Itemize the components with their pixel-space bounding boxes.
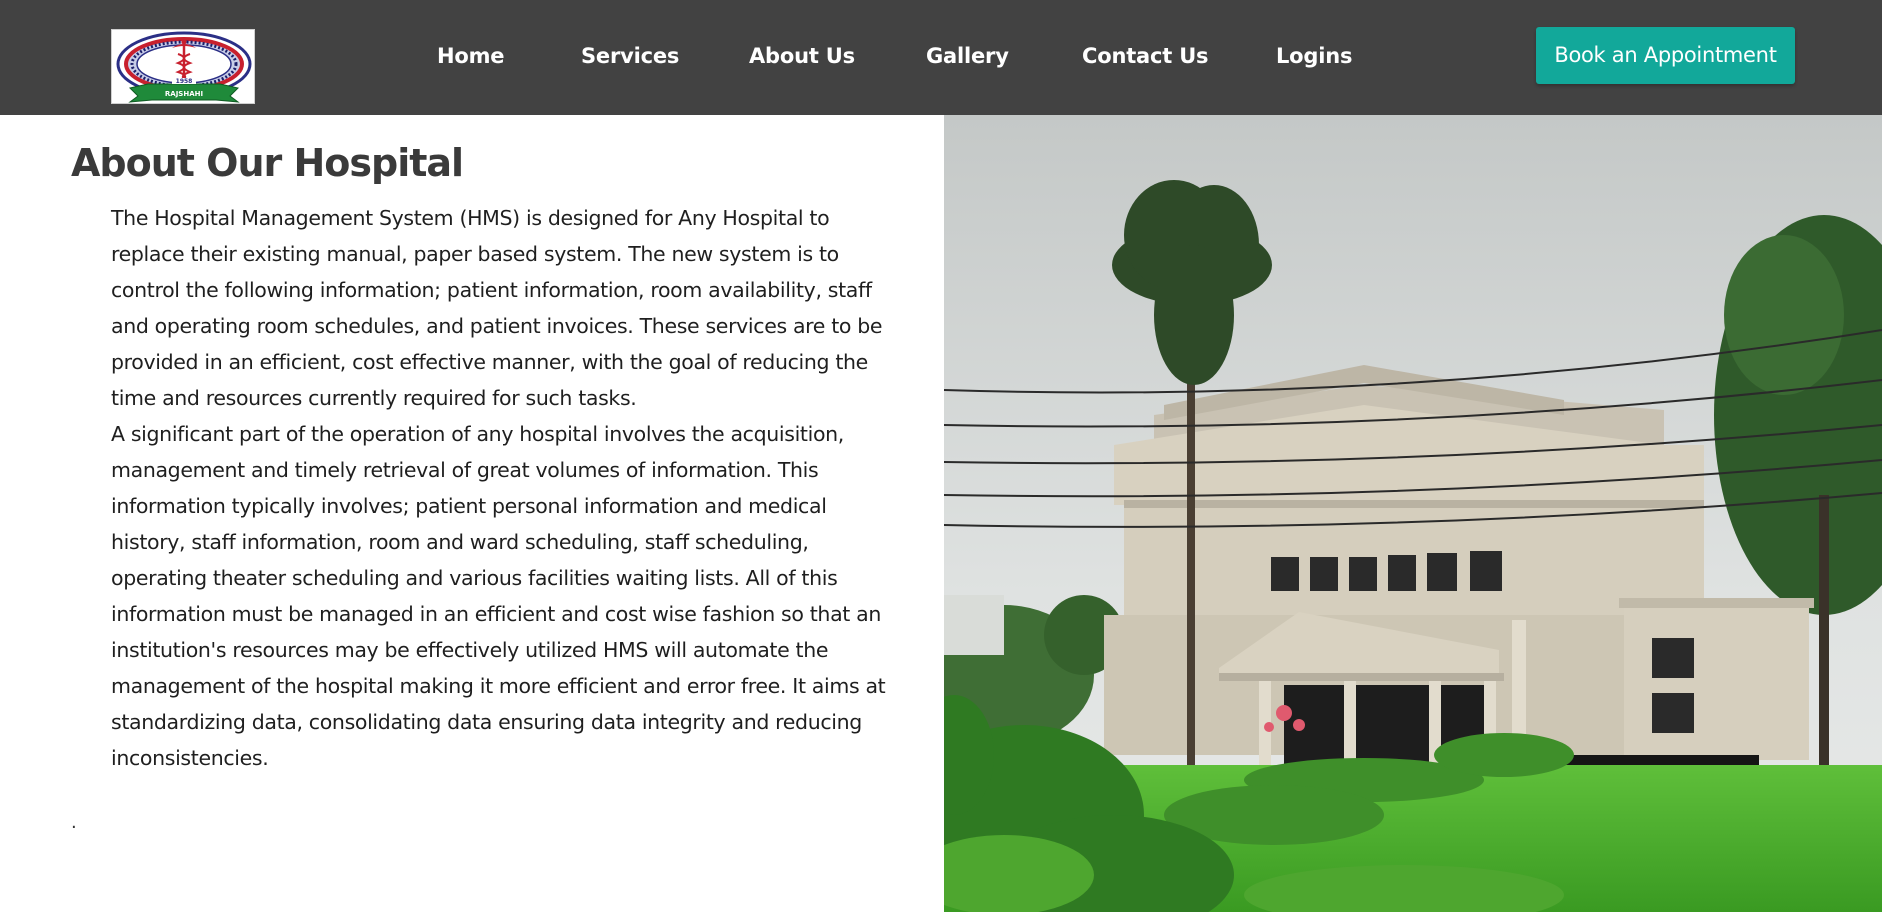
svg-text:1958: 1958 xyxy=(176,78,193,85)
svg-text:RAJSHAHI: RAJSHAHI xyxy=(165,90,203,98)
about-paragraph-1: The Hospital Management System (HMS) is … xyxy=(111,206,883,410)
about-body: The Hospital Management System (HMS) is … xyxy=(111,200,901,776)
trailing-mark: . xyxy=(71,812,77,833)
building-photo-illustration xyxy=(944,115,1882,912)
nav-contact-us-link[interactable]: Contact Us xyxy=(1082,40,1209,72)
about-paragraph-2: A significant part of the operation of a… xyxy=(111,422,886,770)
hospital-building-photo xyxy=(944,115,1882,912)
book-appointment-button[interactable]: Book an Appointment xyxy=(1536,27,1795,84)
top-navbar: 1958 RAJSHAHI Home Services About Us Gal… xyxy=(0,0,1882,115)
nav-logins-link[interactable]: Logins xyxy=(1276,40,1352,72)
nav-services-link[interactable]: Services xyxy=(581,40,679,72)
nav-home-link[interactable]: Home xyxy=(437,40,505,72)
page-title: About Our Hospital xyxy=(71,141,464,185)
caduceus-emblem-icon: 1958 RAJSHAHI xyxy=(112,30,254,103)
nav-gallery-link[interactable]: Gallery xyxy=(926,40,1009,72)
nav-about-us-link[interactable]: About Us xyxy=(749,40,855,72)
hospital-logo[interactable]: 1958 RAJSHAHI xyxy=(111,29,255,104)
